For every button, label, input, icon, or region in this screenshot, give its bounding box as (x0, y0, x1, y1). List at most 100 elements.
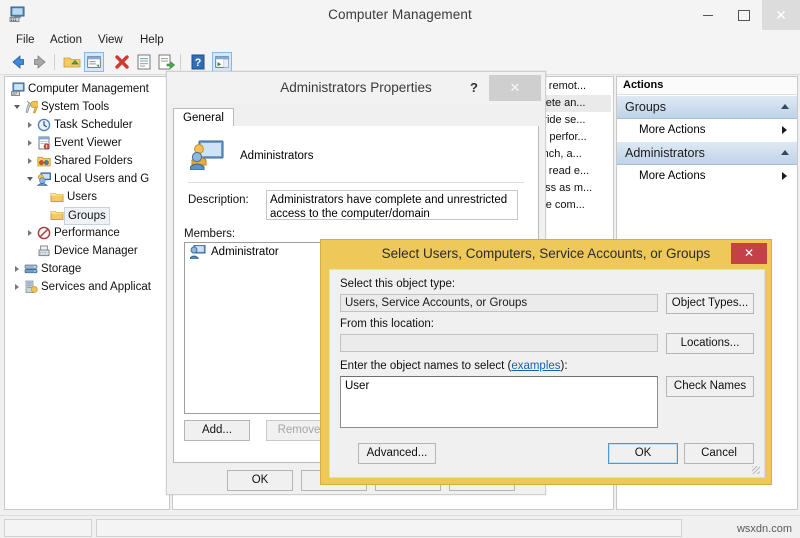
description-label: Description: (188, 194, 249, 206)
tree-item-label: Computer Management (28, 80, 149, 98)
actions-group-administrators-title: Administrators (625, 146, 705, 160)
chevron-right-icon (782, 126, 787, 134)
tree-item-device-manager[interactable]: Device Manager (7, 242, 169, 260)
tools-icon (24, 100, 38, 114)
check-names-button[interactable]: Check Names (666, 376, 754, 397)
forward-icon[interactable] (30, 52, 50, 72)
tree-expand-arrow-closed[interactable] (26, 152, 35, 170)
tree-item-label: Event Viewer (54, 134, 122, 152)
advanced-button[interactable]: Advanced... (358, 443, 436, 464)
folder-icon (50, 190, 64, 204)
location-label: From this location: (340, 318, 434, 330)
services-icon (24, 280, 38, 294)
actions-groups-more-actions-label: More Actions (639, 124, 705, 136)
console-tree-pane[interactable]: Computer ManagementSystem ToolsTask Sche… (4, 76, 170, 510)
computer-management-window: Computer Management ✕ File Action View H… (0, 0, 800, 538)
object-names-label: Enter the object names to select (exampl… (340, 360, 568, 372)
tree-expand-arrow-open[interactable] (13, 98, 22, 116)
tree-item-local-users-and-g[interactable]: Local Users and G (7, 170, 169, 188)
status-bar: wsxdn.com (0, 515, 800, 538)
minimize-button[interactable] (690, 0, 726, 30)
help-icon[interactable]: ? (188, 52, 208, 72)
tree-item-computer-management[interactable]: Computer Management (7, 80, 169, 98)
event-viewer-icon (37, 136, 51, 150)
properties-icon[interactable] (84, 52, 104, 72)
resize-grip-icon[interactable] (752, 466, 760, 474)
tree-expand-arrow-closed[interactable] (26, 134, 35, 152)
tree-item-task-scheduler[interactable]: Task Scheduler (7, 116, 169, 134)
menu-view[interactable]: View (92, 30, 129, 50)
tree-item-label: Shared Folders (54, 152, 133, 170)
object-names-input[interactable]: User (340, 376, 658, 428)
tree-expand-arrow-closed[interactable] (13, 278, 22, 296)
tree-item-storage[interactable]: Storage (7, 260, 169, 278)
select-dialog-title: Select Users, Computers, Service Account… (321, 240, 771, 267)
select-dialog-close-button[interactable]: ✕ (731, 243, 767, 264)
actions-group-groups-title: Groups (625, 100, 666, 114)
tree-expand-arrow-open[interactable] (26, 170, 35, 188)
object-type-field: Users, Service Accounts, or Groups (340, 294, 658, 312)
tree-item-groups[interactable]: Groups (7, 206, 169, 224)
select-dialog-body: Select this object type: Users, Service … (329, 269, 765, 478)
properties-ok-button[interactable]: OK (227, 470, 293, 491)
menu-file[interactable]: File (10, 30, 41, 50)
object-types-button[interactable]: Object Types... (666, 293, 754, 314)
back-icon[interactable] (8, 52, 28, 72)
tree-item-label: System Tools (41, 98, 109, 116)
tree-item-label: Services and Applicat (41, 278, 151, 296)
user-icon (190, 245, 206, 259)
tree-item-label: Storage (41, 260, 81, 278)
select-ok-button[interactable]: OK (608, 443, 678, 464)
show-action-pane-icon[interactable] (212, 52, 232, 72)
export-list-icon[interactable] (156, 52, 176, 72)
tree-item-services-and-applicat[interactable]: Services and Applicat (7, 278, 169, 296)
tree-item-performance[interactable]: Performance (7, 224, 169, 242)
tree-expand-arrow-closed[interactable] (26, 116, 35, 134)
properties-tab-strip: General (173, 108, 539, 128)
tree-expand-arrow-closed[interactable] (26, 224, 35, 242)
add-button[interactable]: Add... (184, 420, 250, 441)
performance-icon (37, 226, 51, 240)
actions-groups-more-actions[interactable]: More Actions (617, 119, 797, 141)
delete-icon[interactable] (112, 52, 132, 72)
tree-item-shared-folders[interactable]: Shared Folders (7, 152, 169, 170)
close-button[interactable]: ✕ (762, 0, 800, 30)
actions-administrators-more-actions[interactable]: More Actions (617, 165, 797, 187)
tree-item-label: Users (67, 188, 97, 206)
svg-text:?: ? (195, 57, 202, 69)
group-name: Administrators (240, 150, 314, 162)
actions-administrators-more-actions-label: More Actions (639, 170, 705, 182)
examples-link[interactable]: examples (511, 360, 560, 372)
tree-item-label: Groups (64, 207, 110, 225)
window-title: Computer Management (0, 0, 800, 30)
tree-item-event-viewer[interactable]: Event Viewer (7, 134, 169, 152)
object-type-label: Select this object type: (340, 278, 455, 290)
menu-help[interactable]: Help (134, 30, 170, 50)
watermark: wsxdn.com (737, 523, 792, 535)
actions-group-administrators[interactable]: Administrators (617, 141, 797, 165)
folder-icon (50, 208, 64, 222)
menu-action[interactable]: Action (44, 30, 88, 50)
up-folder-icon[interactable] (62, 52, 82, 72)
locations-button[interactable]: Locations... (666, 333, 754, 354)
chevron-up-icon (781, 104, 789, 109)
shared-folders-icon (37, 154, 51, 168)
tree-item-system-tools[interactable]: System Tools (7, 98, 169, 116)
actions-group-groups[interactable]: Groups (617, 95, 797, 119)
group-icon (190, 140, 224, 170)
maximize-button[interactable] (726, 0, 762, 30)
help-icon[interactable]: ? (463, 72, 485, 104)
chevron-up-icon (781, 150, 789, 155)
computer-icon (11, 82, 25, 96)
tree-expand-arrow-closed[interactable] (13, 260, 22, 278)
properties-close-button[interactable]: ✕ (489, 75, 541, 101)
select-cancel-button[interactable]: Cancel (684, 443, 754, 464)
tree-item-users[interactable]: Users (7, 188, 169, 206)
tree-item-label: Device Manager (54, 242, 138, 260)
actions-header: Actions (617, 77, 797, 95)
tree-item-label: Performance (54, 224, 120, 242)
report-icon[interactable] (134, 52, 154, 72)
select-users-dialog: Select Users, Computers, Service Account… (320, 239, 772, 485)
description-field[interactable]: Administrators have complete and unrestr… (266, 190, 518, 220)
local-users-icon (37, 172, 51, 186)
